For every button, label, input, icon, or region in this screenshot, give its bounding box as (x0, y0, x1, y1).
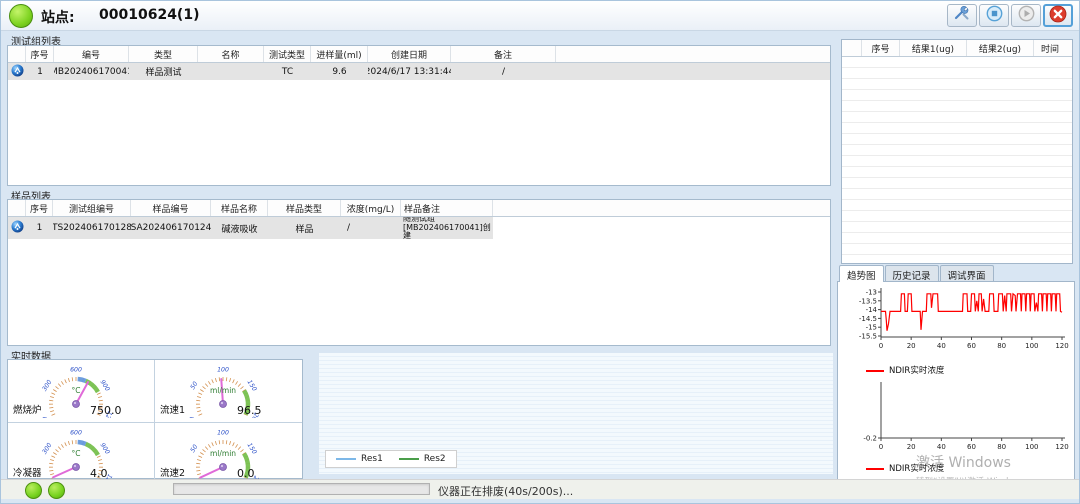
svg-text:100: 100 (217, 367, 229, 374)
svg-text:-15.5: -15.5 (859, 333, 877, 341)
stop-button[interactable] (979, 4, 1009, 27)
svg-text:600: 600 (70, 367, 82, 374)
ndir-line-icon (866, 370, 884, 372)
gauge-unit: ml/min (191, 449, 255, 458)
svg-text:40: 40 (937, 443, 946, 451)
svg-text:-15: -15 (866, 324, 877, 332)
svg-text:-13: -13 (866, 289, 877, 297)
gauge-flow2: 050100150200 ml/min 流速2 0.0 (155, 423, 302, 485)
title-bar: 站点: 00010624(1) (1, 1, 1079, 31)
svg-text:80: 80 (997, 443, 1006, 451)
legend-item-res1: Res1 (336, 454, 383, 464)
svg-text:0: 0 (41, 415, 49, 418)
gauge-label: 流速2 (160, 465, 185, 479)
svg-text:-13.5: -13.5 (859, 297, 877, 305)
sample-table: 序号 测试组编号 样品编号 样品名称 样品类型 浓度(mg/L) 样品备注 1 … (7, 199, 831, 346)
toolbar (947, 4, 1073, 27)
sample-row-icon (11, 220, 24, 236)
close-icon (1049, 5, 1067, 27)
result-chart-legend: Res1 Res2 (325, 450, 457, 468)
gauge-label: 流速1 (160, 402, 185, 416)
realtime-data-panel: 03006009001200 °C 燃烧炉 750.0 050100150200… (7, 359, 303, 479)
gauge-unit: °C (44, 449, 108, 458)
svg-text:100: 100 (217, 430, 229, 437)
play-icon (1018, 5, 1035, 26)
gauge-unit: °C (44, 386, 108, 395)
svg-text:60: 60 (967, 443, 976, 451)
svg-text:20: 20 (907, 443, 916, 451)
results-table-body[interactable] (842, 57, 1072, 263)
status-bar: 仪器正在排废(40s/200s)... (1, 479, 1079, 499)
status-led-1 (25, 482, 42, 499)
results-table-header: 序号 结果1(ug) 结果2(ug) 时间 (842, 40, 1072, 57)
gauge-condenser: 03006009001200 °C 冷凝器 4.0 (8, 423, 155, 485)
test-group-table-header: 序号 编号 类型 名称 测试类型 进样量(ml) 创建日期 备注 (8, 46, 830, 63)
progress-bar (173, 483, 430, 495)
svg-text:60: 60 (967, 342, 976, 350)
ndir-chart1-legend: NDIR实时浓度 (866, 364, 944, 376)
tab-trend-chart[interactable]: 趋势图 (839, 265, 884, 282)
gauge-unit: ml/min (191, 386, 255, 395)
svg-text:20: 20 (907, 342, 916, 350)
res1-line-icon (336, 458, 356, 460)
status-led-2 (48, 482, 65, 499)
ndir-line-icon (866, 468, 884, 470)
results-table: 序号 结果1(ug) 结果2(ug) 时间 (841, 39, 1073, 264)
tab-strip: 趋势图 历史记录 调试界面 (839, 265, 994, 282)
gauge-label: 燃烧炉 (13, 402, 42, 416)
play-button[interactable] (1011, 4, 1041, 27)
ndir-trend-chart: -13-13.5-14-14.5-15-15.50 20 40 60 80 100 120 (838, 282, 1074, 354)
svg-text:40: 40 (937, 342, 946, 350)
status-message: 仪器正在排废(40s/200s)... (438, 483, 573, 499)
station-status-led (9, 4, 33, 28)
gauge-flow1: 050100150200 ml/min 流速1 96.5 (155, 360, 302, 423)
svg-text:100: 100 (1025, 342, 1038, 350)
svg-text:120: 120 (1055, 443, 1068, 451)
svg-text:120: 120 (1055, 342, 1068, 350)
svg-text:0: 0 (188, 415, 196, 418)
close-button[interactable] (1043, 4, 1073, 27)
test-group-row-icon (11, 64, 24, 80)
svg-text:-0.2: -0.2 (863, 435, 877, 443)
ndir-chart2-legend: NDIR实时浓度 (866, 462, 944, 474)
table-row[interactable]: 1 MB202406170041 样品测试 TC 9.6 2024/6/17 1… (8, 63, 830, 80)
tab-debug[interactable]: 调试界面 (940, 265, 994, 282)
table-row[interactable]: 1 TS202406170128 SA202406170124 碱液吸收 样品 … (8, 217, 830, 239)
svg-text:0: 0 (879, 443, 883, 451)
tools-icon (954, 6, 971, 25)
stop-icon (986, 5, 1003, 26)
gauge-furnace: 03006009001200 °C 燃烧炉 750.0 (8, 360, 155, 423)
svg-text:600: 600 (70, 430, 82, 437)
station-label: 站点: (41, 7, 75, 27)
svg-text:100: 100 (1025, 443, 1038, 451)
svg-text:-14: -14 (866, 306, 878, 314)
tab-history[interactable]: 历史记录 (885, 265, 939, 282)
res2-line-icon (399, 458, 419, 460)
ndir-second-chart: -0.20 20 40 60 80 100 120 (838, 382, 1074, 456)
svg-text:0: 0 (879, 342, 883, 350)
result-chart-area: Res1 Res2 (319, 353, 833, 474)
test-group-table: 序号 编号 类型 名称 测试类型 进样量(ml) 创建日期 备注 1 MB202… (7, 45, 831, 186)
legend-item-res2: Res2 (399, 454, 446, 464)
app-window: 站点: 00010624(1) (0, 0, 1080, 504)
gauge-value: 96.5 (237, 404, 262, 417)
svg-text:80: 80 (997, 342, 1006, 350)
gauge-value: 750.0 (90, 404, 122, 417)
gauge-label: 冷凝器 (13, 465, 42, 479)
trend-panel: -13-13.5-14-14.5-15-15.5020406080100120 … (837, 281, 1075, 498)
svg-text:-14.5: -14.5 (859, 315, 877, 323)
station-id: 00010624(1) (99, 7, 199, 23)
tools-button[interactable] (947, 4, 977, 27)
sample-table-header: 序号 测试组编号 样品编号 样品名称 样品类型 浓度(mg/L) 样品备注 (8, 200, 830, 217)
